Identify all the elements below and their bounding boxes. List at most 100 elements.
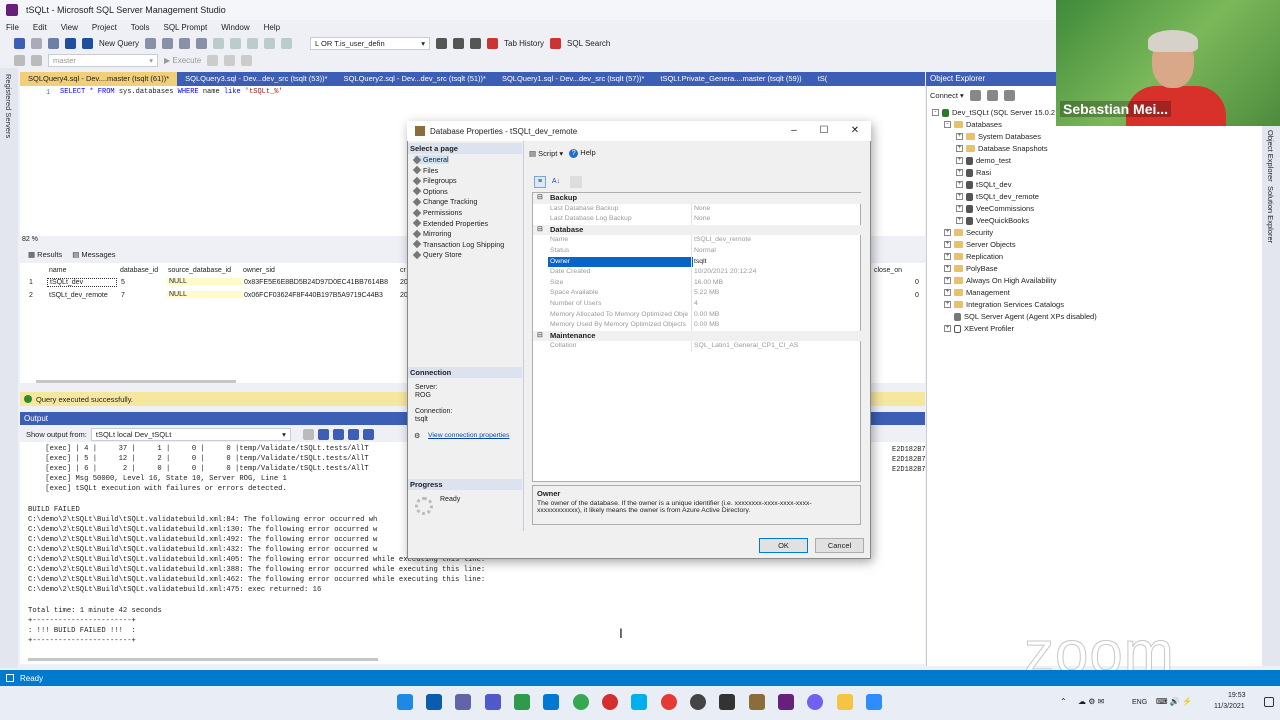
tab-sqlquery3[interactable]: SQLQuery3.sql - Dev...dev_src (tsqlt (53… bbox=[177, 72, 335, 86]
page-item[interactable]: Change Tracking bbox=[412, 197, 477, 206]
teams-icon[interactable] bbox=[485, 694, 501, 710]
new-query-button[interactable]: New Query bbox=[99, 39, 139, 48]
alphabetical-icon[interactable]: A↓ bbox=[550, 176, 562, 188]
tab-sqlquery1[interactable]: SQLQuery1.sql - Dev...dev_src (tsqlt (57… bbox=[494, 72, 652, 86]
zoom-app-icon[interactable] bbox=[866, 694, 882, 710]
undo-icon[interactable] bbox=[264, 38, 276, 49]
filter-icon[interactable] bbox=[986, 89, 998, 101]
ok-button[interactable]: OK bbox=[759, 538, 808, 553]
github-icon[interactable] bbox=[690, 694, 706, 710]
expand-icon[interactable]: + bbox=[944, 253, 951, 260]
file-explorer-icon[interactable] bbox=[837, 694, 853, 710]
property-row[interactable]: Date Created 10/20/2021 20:12:24 bbox=[533, 267, 862, 278]
property-category[interactable]: ⊟ Database bbox=[533, 224, 862, 236]
page-item[interactable]: Files bbox=[412, 166, 438, 175]
page-item[interactable]: Query Store bbox=[412, 250, 462, 259]
output-source-select[interactable]: tSQLt local Dev_tSQLt ▾ bbox=[90, 427, 291, 441]
word-wrap-icon[interactable] bbox=[362, 428, 374, 440]
page-item[interactable]: Extended Properties bbox=[412, 219, 488, 228]
cancel-button[interactable]: Cancel bbox=[815, 538, 864, 553]
clear-all-icon[interactable] bbox=[347, 428, 359, 440]
chrome-icon[interactable] bbox=[573, 694, 589, 710]
sql-search-button[interactable]: SQL Search bbox=[567, 39, 610, 48]
property-row[interactable]: Collation SQL_Latin1_General_CP1_CI_AS bbox=[533, 341, 862, 352]
horizontal-scrollbar[interactable] bbox=[36, 380, 236, 383]
maximize-button[interactable]: ☐ bbox=[810, 121, 838, 141]
clock-date[interactable]: 11/3/2021 bbox=[1214, 703, 1245, 710]
tree-node[interactable]: + tSQLt_dev_remote bbox=[956, 192, 1039, 201]
property-row[interactable]: Status Normal bbox=[533, 246, 862, 257]
table-cell[interactable]: 7 bbox=[121, 292, 125, 299]
cut-icon[interactable] bbox=[213, 38, 225, 49]
expand-icon[interactable]: + bbox=[956, 145, 963, 152]
categorized-icon[interactable]: ≡ bbox=[534, 176, 546, 188]
property-row[interactable]: Space Available 5.22 MB bbox=[533, 288, 862, 299]
xmla-query-icon[interactable] bbox=[196, 38, 208, 49]
property-row[interactable]: Size 16.00 MB bbox=[533, 277, 862, 289]
database-combo[interactable]: master ▾ bbox=[48, 53, 158, 67]
column-header[interactable]: owner_sid bbox=[243, 267, 275, 274]
column-header[interactable]: name bbox=[49, 267, 67, 274]
tree-node[interactable]: - Dev_tSQLt (SQL Server 15.0.2 bbox=[932, 108, 1055, 117]
wrench-icon[interactable] bbox=[453, 38, 465, 49]
expand-icon[interactable]: + bbox=[956, 181, 963, 188]
connect-icon[interactable] bbox=[14, 54, 25, 66]
task-view-icon[interactable] bbox=[426, 694, 442, 710]
tree-node[interactable]: + Rasi bbox=[956, 168, 991, 177]
change-connection-icon[interactable] bbox=[31, 54, 42, 66]
query-code[interactable]: SELECT * FROM sys.databases WHERE name l… bbox=[60, 88, 283, 96]
expand-icon[interactable]: + bbox=[944, 241, 951, 248]
tree-node[interactable]: + Management bbox=[944, 288, 1010, 297]
display-plan-icon[interactable] bbox=[241, 54, 253, 66]
collapse-icon[interactable]: ⊟ bbox=[537, 225, 543, 236]
parse-icon[interactable] bbox=[224, 54, 236, 66]
copy-icon[interactable] bbox=[230, 38, 242, 49]
connect-button[interactable]: Connect ▾ bbox=[930, 91, 964, 100]
find-combo[interactable]: L OR T.is_user_defin ▾ bbox=[310, 37, 431, 50]
horizontal-scrollbar[interactable] bbox=[28, 658, 378, 661]
refresh-icon[interactable] bbox=[1003, 89, 1015, 101]
menu-help[interactable]: Help bbox=[264, 23, 280, 32]
collapse-icon[interactable]: - bbox=[932, 109, 939, 116]
expand-icon[interactable]: + bbox=[944, 325, 951, 332]
menu-view[interactable]: View bbox=[61, 23, 78, 32]
menu-sql-prompt[interactable]: SQL Prompt bbox=[163, 23, 207, 32]
table-cell[interactable]: NULL bbox=[167, 278, 243, 285]
property-grid[interactable]: ⊟ Backup Last Database Backup None Last Data… bbox=[532, 192, 862, 482]
tree-node[interactable]: + Always On High Availability bbox=[944, 276, 1056, 285]
expand-icon[interactable]: + bbox=[956, 193, 963, 200]
property-row[interactable]: Last Database Log Backup None bbox=[533, 214, 862, 225]
tree-node[interactable]: - Databases bbox=[944, 120, 1002, 129]
tab-history-button[interactable]: Tab History bbox=[504, 39, 544, 48]
search-icon[interactable] bbox=[436, 38, 448, 49]
column-header[interactable]: database_id bbox=[120, 267, 158, 274]
property-row[interactable]: Memory Allocated To Memory Optimized Obj… bbox=[533, 309, 862, 321]
redo-icon[interactable] bbox=[281, 38, 293, 49]
tree-node[interactable]: + VeeQuickBooks bbox=[956, 216, 1029, 225]
tree-node[interactable]: + tSQLt_dev bbox=[956, 180, 1011, 189]
help-button[interactable]: ? Help bbox=[569, 148, 596, 158]
system-tray-icons[interactable]: ⌨ 🔊 ⚡ bbox=[1156, 697, 1192, 706]
expand-icon[interactable]: + bbox=[944, 289, 951, 296]
expand-icon[interactable]: + bbox=[944, 301, 951, 308]
tab-messages[interactable]: ▤ Messages bbox=[72, 250, 115, 262]
page-item[interactable]: General bbox=[412, 155, 449, 164]
tab-overflow[interactable]: tS( bbox=[810, 72, 836, 86]
property-row[interactable]: Last Database Backup None bbox=[533, 203, 862, 215]
table-cell[interactable]: NULL bbox=[167, 291, 243, 298]
table-cell[interactable]: tSQLt_dev bbox=[47, 278, 117, 287]
property-row[interactable]: Name tSQLt_dev_remote bbox=[533, 235, 862, 246]
property-category[interactable]: ⊟ Backup bbox=[533, 193, 862, 204]
expand-icon[interactable]: + bbox=[956, 217, 963, 224]
property-value[interactable]: tsqlt bbox=[694, 257, 706, 268]
expand-icon[interactable]: + bbox=[956, 169, 963, 176]
tree-node[interactable]: + demo_test bbox=[956, 156, 1011, 165]
property-category[interactable]: ⊟ Maintenance bbox=[533, 330, 862, 342]
tab-sqlquery4[interactable]: SQLQuery4.sql - Dev....master (tsqlt (61… bbox=[20, 72, 178, 86]
table-cell[interactable]: 0 bbox=[915, 279, 919, 286]
page-item[interactable]: Permissions bbox=[412, 208, 462, 217]
property-row[interactable]: Owner tsqlt bbox=[533, 256, 862, 268]
tree-node[interactable]: + Security bbox=[944, 228, 993, 237]
page-item[interactable]: Filegroups bbox=[412, 176, 457, 185]
ssms-taskbar-icon[interactable] bbox=[749, 694, 765, 710]
